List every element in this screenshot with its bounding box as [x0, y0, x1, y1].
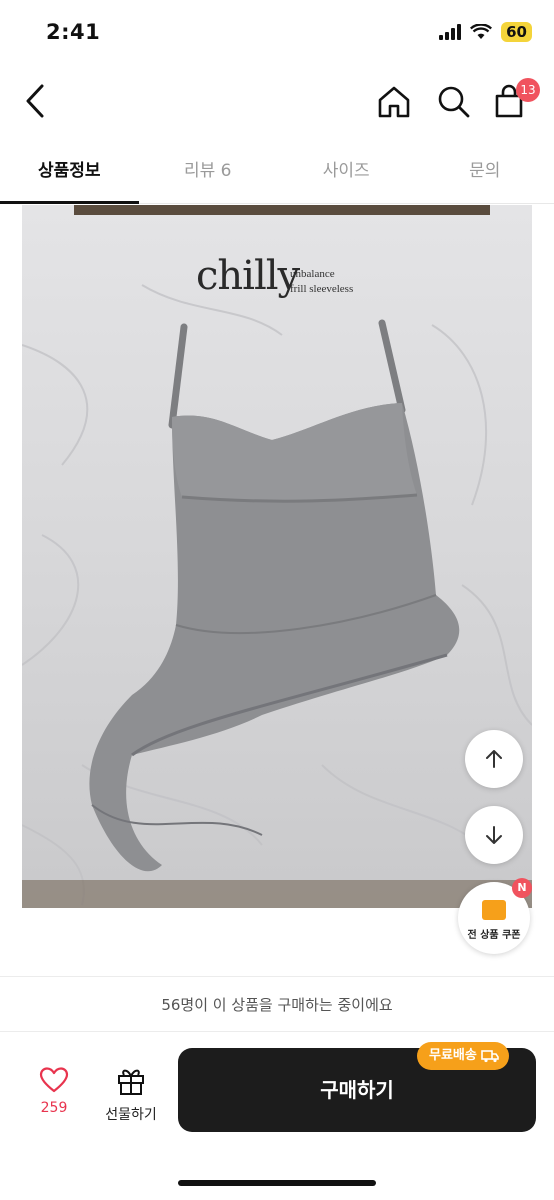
like-button[interactable]: 259 [30, 1066, 78, 1116]
brand-subtitle-line1: unbalance [290, 268, 335, 280]
nav-header: 13 [0, 66, 554, 138]
signal-icon [439, 24, 462, 40]
gift-button[interactable]: 선물하기 [96, 1066, 166, 1124]
arrow-up-icon [486, 750, 502, 768]
gift-icon [118, 1069, 144, 1095]
battery-indicator: 60 [501, 22, 532, 42]
coupon-new-badge: N [512, 878, 532, 898]
status-time: 2:41 [46, 20, 101, 44]
arrow-down-icon [486, 826, 502, 844]
like-count: 259 [40, 1100, 68, 1116]
tab-inquiry[interactable]: 문의 [416, 140, 554, 203]
coupon-label: 전 상품 쿠폰 [467, 930, 521, 941]
brand-logo-text: chilly [196, 253, 300, 299]
product-photo [22, 205, 532, 908]
back-arrow-icon[interactable] [20, 80, 56, 122]
gift-label: 선물하기 [105, 1107, 157, 1123]
tab-bar: 상품정보 리뷰 6 사이즈 문의 [0, 140, 554, 204]
product-image: chilly unbalance frill sleeveless [22, 205, 532, 908]
tab-product-info[interactable]: 상품정보 [0, 140, 139, 204]
status-icons: 60 [439, 22, 532, 42]
wifi-icon [470, 24, 493, 39]
status-bar: 2:41 60 [0, 0, 554, 66]
tab-reviews[interactable]: 리뷰 6 [139, 140, 278, 203]
free-shipping-label: 무료배송 [429, 1048, 477, 1063]
coupon-icon [482, 900, 506, 920]
scroll-down-button[interactable] [465, 806, 523, 864]
cart-button[interactable]: 13 [492, 78, 540, 122]
cart-count-badge: 13 [516, 78, 540, 102]
free-shipping-badge: 무료배송 [417, 1042, 509, 1070]
truck-icon [481, 1050, 499, 1063]
brand-subtitle: unbalance frill sleeveless [290, 267, 353, 297]
home-indicator [178, 1180, 376, 1186]
search-icon[interactable] [434, 82, 474, 122]
home-icon[interactable] [374, 82, 414, 122]
tab-size[interactable]: 사이즈 [277, 140, 416, 203]
heart-icon [39, 1067, 69, 1093]
scroll-up-button[interactable] [465, 730, 523, 788]
brand-subtitle-line2: frill sleeveless [290, 283, 354, 295]
buying-now-notice: 56명이 이 상품을 구매하는 중이에요 [0, 976, 554, 1032]
